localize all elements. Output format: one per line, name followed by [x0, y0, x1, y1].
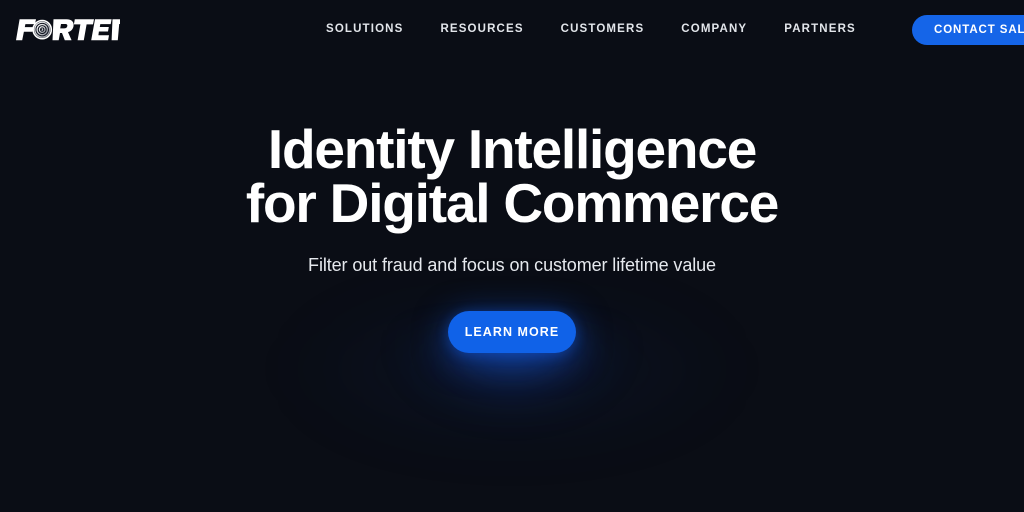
- nav-item-resources[interactable]: RESOURCES: [440, 22, 523, 37]
- hero-headline-line-1: Identity Intelligence: [267, 118, 757, 180]
- logo-wordmark: [16, 19, 120, 41]
- nav-item-customers[interactable]: CUSTOMERS: [561, 22, 645, 37]
- hero-section: Identity Intelligence for Digital Commer…: [0, 0, 1024, 512]
- page-root: SOLUTIONS RESOURCES CUSTOMERS COMPANY PA…: [0, 0, 1024, 512]
- nav-item-partners[interactable]: PARTNERS: [784, 22, 856, 37]
- hero-subheadline: Filter out fraud and focus on customer l…: [308, 255, 716, 275]
- primary-navigation: SOLUTIONS RESOURCES CUSTOMERS COMPANY PA…: [326, 22, 856, 37]
- hero-headline: Identity Intelligence for Digital Commer…: [245, 118, 779, 234]
- contact-sales-button[interactable]: CONTACT SALES: [912, 15, 1024, 45]
- site-header: SOLUTIONS RESOURCES CUSTOMERS COMPANY PA…: [0, 0, 1024, 60]
- hero-headline-line-2: for Digital Commerce: [245, 172, 779, 234]
- nav-item-company[interactable]: COMPANY: [681, 22, 747, 37]
- forter-logo[interactable]: [16, 16, 120, 44]
- learn-more-button[interactable]: LEARN MORE: [448, 311, 576, 353]
- nav-item-solutions[interactable]: SOLUTIONS: [326, 22, 403, 37]
